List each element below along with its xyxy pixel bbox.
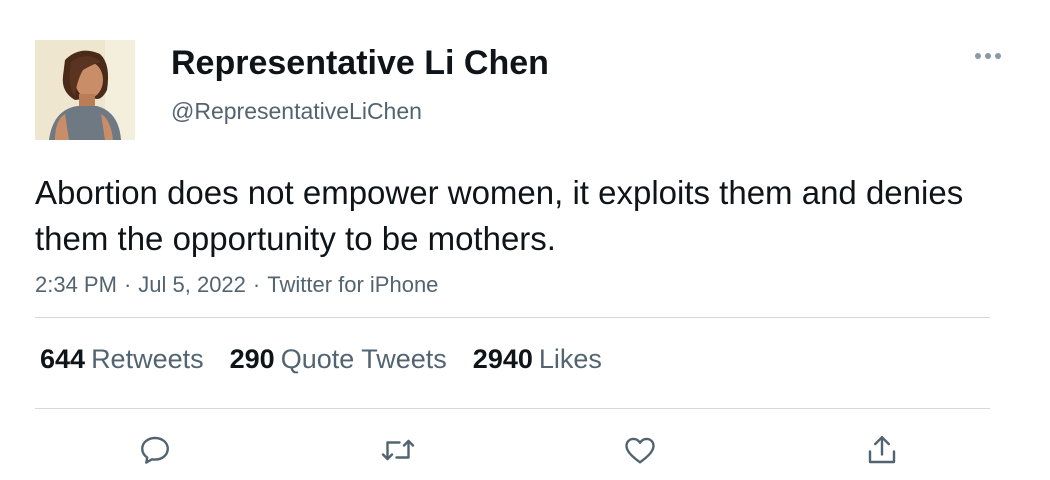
retweets-stat[interactable]: 644 Retweets [40, 342, 204, 376]
tweet-source[interactable]: Twitter for iPhone [267, 272, 438, 297]
meta-separator: · [123, 272, 132, 297]
more-horizontal-icon [975, 53, 1001, 59]
avatar[interactable] [35, 40, 135, 140]
retweet-button[interactable] [378, 430, 418, 470]
likes-stat[interactable]: 2940 Likes [473, 342, 602, 376]
display-name[interactable]: Representative Li Chen [171, 43, 549, 83]
likes-count: 2940 [472, 344, 533, 374]
heart-icon [625, 437, 655, 464]
likes-label: Likes [538, 344, 602, 374]
divider-top [35, 317, 990, 318]
tweet-time[interactable]: 2:34 PM [35, 272, 117, 297]
more-options-button[interactable] [968, 44, 1008, 68]
tweet-date[interactable]: Jul 5, 2022 [138, 272, 246, 297]
reply-icon [141, 436, 169, 464]
divider-bottom [35, 408, 990, 409]
reply-button[interactable] [135, 430, 175, 470]
retweets-label: Retweets [91, 344, 204, 374]
tweet-stats: 644 Retweets 290 Quote Tweets 2940 Likes [40, 342, 628, 376]
quote-tweets-count: 290 [229, 344, 275, 374]
retweet-icon [381, 439, 415, 461]
tweet-meta: 2:34 PM · Jul 5, 2022 · Twitter for iPhone [35, 270, 438, 300]
share-icon [868, 436, 896, 464]
avatar-photo [35, 40, 135, 140]
share-button[interactable] [862, 430, 902, 470]
like-button[interactable] [620, 430, 660, 470]
user-handle[interactable]: @RepresentativeLiChen [171, 97, 422, 125]
quote-tweets-label: Quote Tweets [280, 344, 447, 374]
quote-tweets-stat[interactable]: 290 Quote Tweets [230, 342, 447, 376]
retweets-count: 644 [40, 344, 86, 374]
tweet-text: Abortion does not empower women, it expl… [35, 174, 964, 257]
meta-separator: · [252, 272, 261, 297]
